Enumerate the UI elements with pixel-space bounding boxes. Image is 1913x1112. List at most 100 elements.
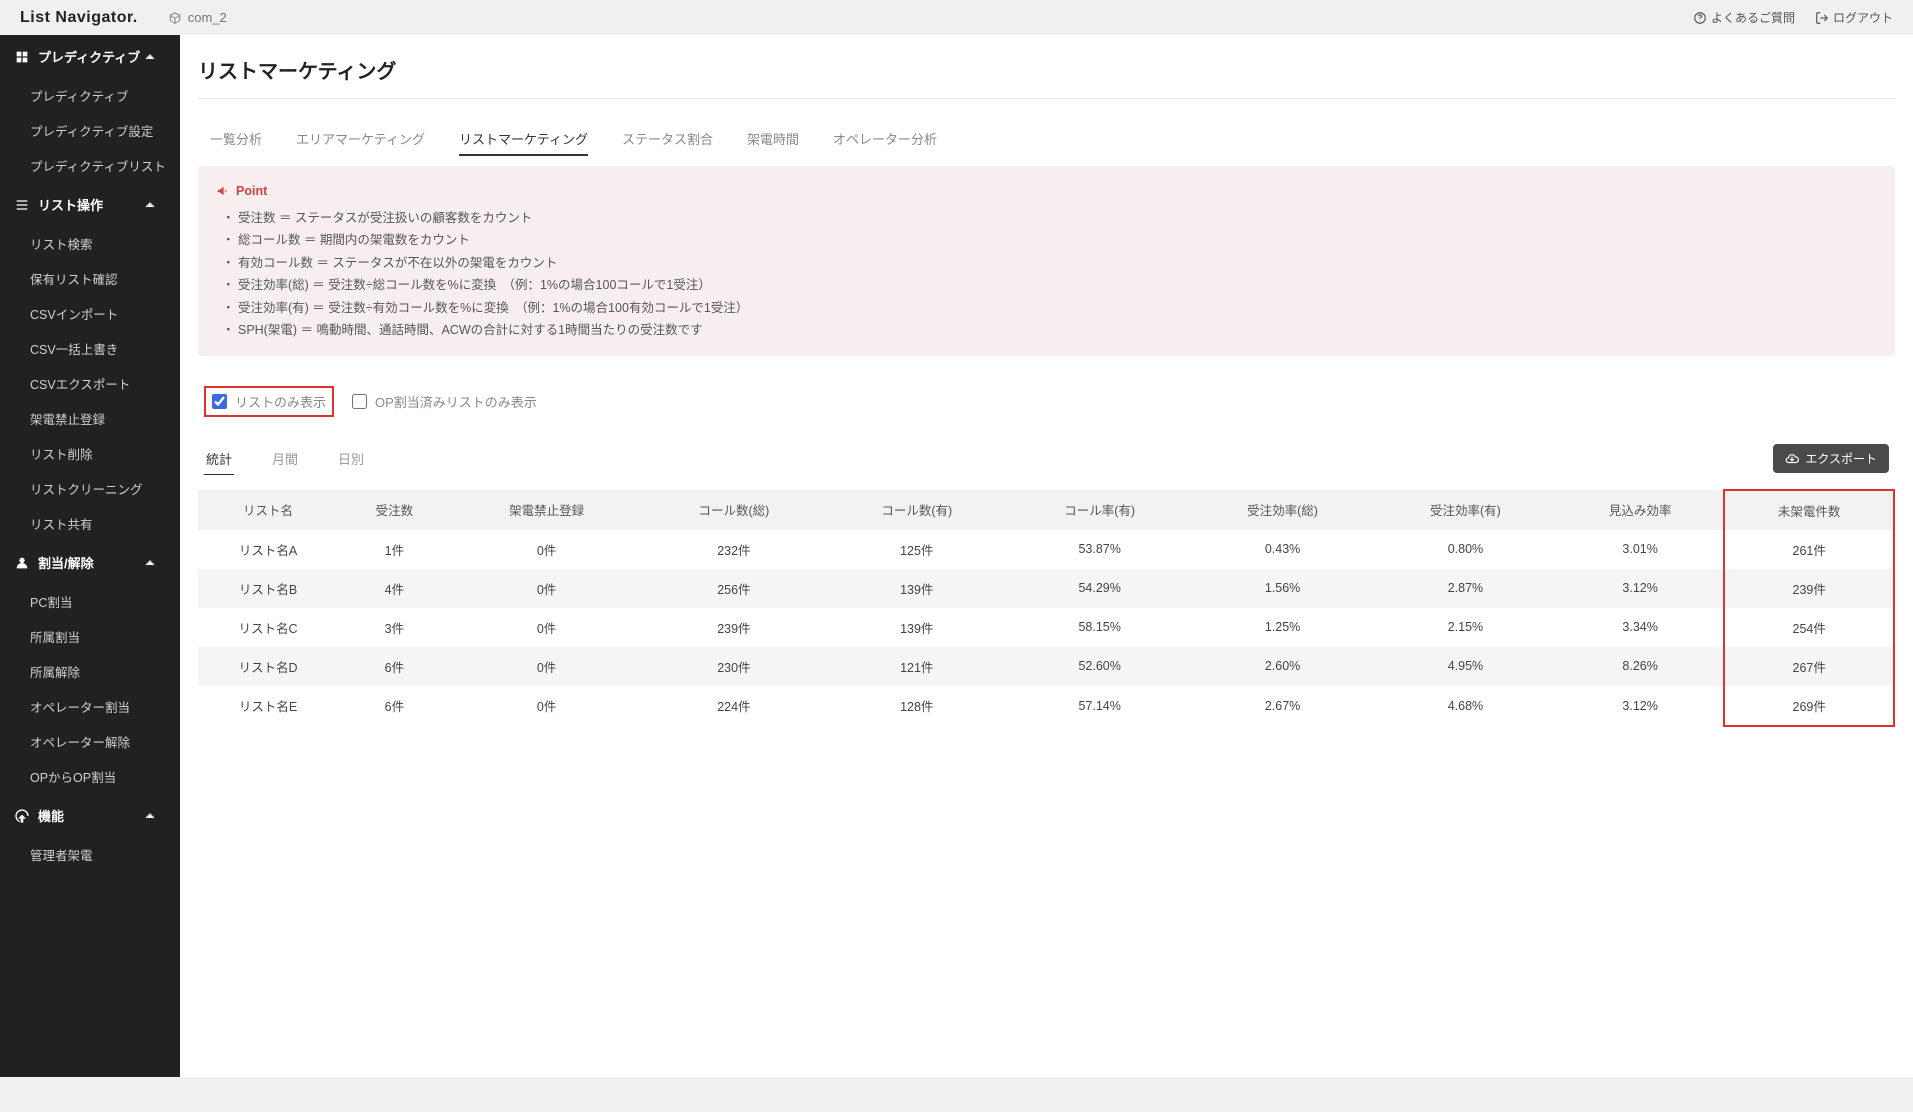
table-cell: 128件 <box>825 686 1008 726</box>
table-cell: 2.67% <box>1191 686 1374 726</box>
sidebar-item[interactable]: プレディクティブ <box>0 78 180 113</box>
tab-4[interactable]: 架電時間 <box>747 123 799 156</box>
table-cell: 0件 <box>451 647 643 686</box>
table-cell: 4.95% <box>1374 647 1557 686</box>
table-cell: 256件 <box>642 569 825 608</box>
checkbox-op-assigned-only[interactable]: OP割当済みリストのみ表示 <box>346 388 543 415</box>
table-cell: 0件 <box>451 530 643 569</box>
tab-5[interactable]: オペレーター分析 <box>833 123 937 156</box>
table-row: リスト名B4件0件256件139件54.29%1.56%2.87%3.12%23… <box>198 569 1894 608</box>
sidebar-item[interactable]: PC割当 <box>0 584 180 619</box>
sidebar-item[interactable]: オペレーター解除 <box>0 724 180 759</box>
sidebar-item[interactable]: 架電禁止登録 <box>0 401 180 436</box>
table-row: リスト名D6件0件230件121件52.60%2.60%4.95%8.26%26… <box>198 647 1894 686</box>
table-cell: 232件 <box>642 530 825 569</box>
sidebar-item[interactable]: 保有リスト確認 <box>0 261 180 296</box>
table-column-header: 架電禁止登録 <box>451 490 643 530</box>
table-cell: 53.87% <box>1008 530 1191 569</box>
sidebar-item[interactable]: CSV一括上書き <box>0 331 180 366</box>
tab-3[interactable]: ステータス割合 <box>622 123 713 156</box>
table-cell: 125件 <box>825 530 1008 569</box>
export-button[interactable]: エクスポート <box>1773 444 1889 473</box>
table-cell: 0件 <box>451 686 643 726</box>
table-cell: 239件 <box>1724 569 1894 608</box>
sidebar-item[interactable]: プレディクティブリスト <box>0 148 180 183</box>
table-cell: 8.26% <box>1557 647 1724 686</box>
table-cell: 230件 <box>642 647 825 686</box>
table-cell: 2.15% <box>1374 608 1557 647</box>
table-cell: 1件 <box>338 530 451 569</box>
table-cell: 57.14% <box>1008 686 1191 726</box>
sidebar-item[interactable]: リストクリーニング <box>0 471 180 506</box>
sidebar-section-header[interactable]: リスト操作 <box>0 183 180 226</box>
table-cell: 121件 <box>825 647 1008 686</box>
table-cell: 267件 <box>1724 647 1894 686</box>
org-indicator: com_2 <box>168 10 227 25</box>
table-column-header: 受注数 <box>338 490 451 530</box>
main-content: リストマーケティング 一覧分析エリアマーケティングリストマーケティングステータス… <box>180 35 1913 1077</box>
tab-2[interactable]: リストマーケティング <box>459 123 588 156</box>
logout-link[interactable]: ログアウト <box>1815 9 1893 26</box>
sidebar-item[interactable]: 所属割当 <box>0 619 180 654</box>
sidebar-item[interactable]: リスト削除 <box>0 436 180 471</box>
table-cell: 254件 <box>1724 608 1894 647</box>
table-cell: 3.01% <box>1557 530 1724 569</box>
checkbox-list-only-label: リストのみ表示 <box>235 392 326 411</box>
app-logo: List Navigator. <box>20 9 138 27</box>
sidebar-section-header[interactable]: 割当/解除 <box>0 541 180 584</box>
table-cell: 6件 <box>338 686 451 726</box>
table-cell: 52.60% <box>1008 647 1191 686</box>
help-icon <box>1693 11 1707 25</box>
table-column-header: 未架電件数 <box>1724 490 1894 530</box>
cloud-download-icon <box>1785 452 1799 466</box>
table-cell: 3.12% <box>1557 569 1724 608</box>
table-cell: 4.68% <box>1374 686 1557 726</box>
sidebar-item[interactable]: リスト検索 <box>0 226 180 261</box>
chevron-up-icon <box>142 808 158 824</box>
sidebar-item[interactable]: CSVエクスポート <box>0 366 180 401</box>
table-cell: 1.25% <box>1191 608 1374 647</box>
table-row: リスト名E6件0件224件128件57.14%2.67%4.68%3.12%26… <box>198 686 1894 726</box>
sidebar-item[interactable]: 所属解除 <box>0 654 180 689</box>
checkbox-list-only[interactable]: リストのみ表示 <box>204 386 334 417</box>
sidebar-item[interactable]: プレディクティブ設定 <box>0 113 180 148</box>
logout-label: ログアウト <box>1833 9 1893 26</box>
tab-1[interactable]: エリアマーケティング <box>296 123 425 156</box>
sidebar-item[interactable]: 管理者架電 <box>0 837 180 872</box>
table-row: リスト名A1件0件232件125件53.87%0.43%0.80%3.01%26… <box>198 530 1894 569</box>
tab-0[interactable]: 一覧分析 <box>210 123 262 156</box>
table-cell: リスト名A <box>198 530 338 569</box>
point-item: 受注効率(有) ＝ 受注数÷有効コール数を%に変換 （例：1%の場合100有効コ… <box>222 297 1877 320</box>
checkbox-op-assigned-only-input[interactable] <box>352 394 367 409</box>
table-cell: 1.56% <box>1191 569 1374 608</box>
checkbox-op-assigned-only-label: OP割当済みリストのみ表示 <box>375 392 537 411</box>
table-cell: 139件 <box>825 569 1008 608</box>
table-body: リスト名A1件0件232件125件53.87%0.43%0.80%3.01%26… <box>198 530 1894 726</box>
subtab-daily[interactable]: 日別 <box>336 443 366 475</box>
table-cell: 0.80% <box>1374 530 1557 569</box>
org-name: com_2 <box>188 10 227 25</box>
table-column-header: リスト名 <box>198 490 338 530</box>
faq-label: よくあるご質問 <box>1711 9 1795 26</box>
top-header: List Navigator. com_2 よくあるご質問 ログアウト <box>0 0 1913 35</box>
point-item: 受注効率(総) ＝ 受注数÷総コール数を%に変換 （例：1%の場合100コールで… <box>222 274 1877 297</box>
point-item: 有効コール数 ＝ ステータスが不在以外の架電をカウント <box>222 252 1877 275</box>
sidebar-item[interactable]: OPからOP割当 <box>0 759 180 794</box>
sidebar-item[interactable]: オペレーター割当 <box>0 689 180 724</box>
subtab-monthly[interactable]: 月間 <box>270 443 300 475</box>
table-row: リスト名C3件0件239件139件58.15%1.25%2.15%3.34%25… <box>198 608 1894 647</box>
point-item: 受注数 ＝ ステータスが受注扱いの顧客数をカウント <box>222 207 1877 230</box>
checkbox-list-only-input[interactable] <box>212 394 227 409</box>
sidebar-section-header[interactable]: 機能 <box>0 794 180 837</box>
cube-icon <box>168 11 182 25</box>
point-label: Point <box>236 180 267 203</box>
subtab-stat[interactable]: 統計 <box>204 443 234 475</box>
chevron-up-icon <box>142 197 158 213</box>
table-cell: 224件 <box>642 686 825 726</box>
sidebar-item[interactable]: リスト共有 <box>0 506 180 541</box>
sidebar-section-title: 機能 <box>38 806 64 825</box>
sidebar-item[interactable]: CSVインポート <box>0 296 180 331</box>
faq-link[interactable]: よくあるご質問 <box>1693 9 1795 26</box>
sidebar-section-header[interactable]: プレディクティブ <box>0 35 180 78</box>
point-item: SPH(架電) ＝ 鳴動時間、通話時間、ACWの合計に対する1時間当たりの受注数… <box>222 319 1877 342</box>
